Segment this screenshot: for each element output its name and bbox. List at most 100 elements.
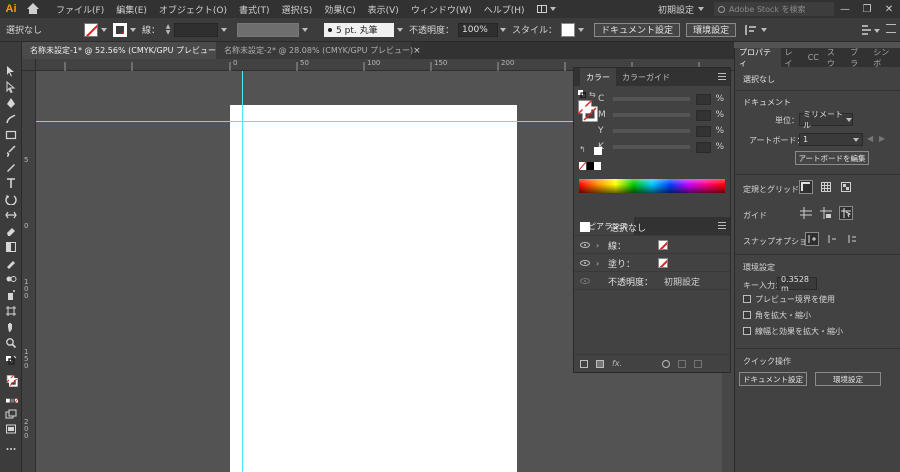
shaper-tool-icon[interactable]	[4, 160, 18, 174]
screen-mode-icon[interactable]	[4, 422, 18, 436]
close-icon[interactable]: ×	[413, 46, 421, 56]
opacity-value[interactable]: 初期設定	[664, 275, 700, 288]
arrange-documents-button[interactable]	[536, 5, 556, 13]
eye-icon[interactable]	[580, 242, 590, 248]
chevron-right-icon[interactable]: ›	[596, 259, 604, 268]
units-dropdown[interactable]: ミリメートル	[799, 110, 853, 130]
more-tools-icon[interactable]	[4, 442, 18, 456]
chevron-down-icon[interactable]	[302, 27, 309, 32]
fill-swatch[interactable]	[84, 22, 98, 37]
tab-brushes[interactable]: ブラ	[846, 48, 869, 68]
hand-tool-icon[interactable]	[4, 320, 18, 334]
out-of-gamut-icon[interactable]: ↰	[579, 145, 586, 154]
magenta-input[interactable]	[696, 109, 712, 121]
tab-properties[interactable]: プロパティ	[735, 48, 781, 68]
add-stroke-icon[interactable]	[580, 359, 588, 368]
opacity-input[interactable]: 100%	[458, 22, 499, 37]
color-spectrum[interactable]	[579, 179, 725, 193]
black-slider[interactable]	[613, 145, 691, 149]
menu-select[interactable]: 選択(S)	[282, 3, 313, 16]
zoom-tool-icon[interactable]	[4, 336, 18, 350]
curvature-tool-icon[interactable]	[4, 112, 18, 126]
stroke-swatch[interactable]	[113, 22, 127, 37]
document-setup-button[interactable]: ドキュメント設定	[739, 372, 807, 386]
add-effect-icon[interactable]: fx.	[612, 359, 622, 368]
blend-tool-icon[interactable]	[4, 272, 18, 286]
lock-guides-icon[interactable]	[819, 206, 833, 220]
chevron-down-icon[interactable]	[221, 27, 228, 32]
tab-cc-libraries[interactable]: CC	[804, 48, 823, 67]
align-icon[interactable]	[744, 23, 758, 37]
clear-appearance-icon[interactable]	[662, 359, 671, 368]
add-fill-icon[interactable]	[596, 359, 604, 368]
stroke-swatch[interactable]	[658, 240, 668, 250]
scale-corners-checkbox[interactable]	[743, 311, 751, 319]
tab-layers[interactable]: レイ	[781, 48, 804, 68]
close-window-button[interactable]: ✕	[878, 0, 900, 18]
eye-icon[interactable]	[580, 260, 590, 266]
color-mode-icons[interactable]	[4, 394, 20, 408]
use-preview-bounds-checkbox[interactable]	[743, 295, 751, 303]
snap-to-glyph-icon[interactable]	[845, 232, 859, 246]
tab-swatches[interactable]: スウ	[823, 48, 846, 68]
symbol-sprayer-tool-icon[interactable]	[4, 288, 18, 302]
artboard-tool-icon[interactable]	[4, 304, 18, 318]
panel-menu-icon[interactable]	[718, 73, 726, 80]
gamut-swatch[interactable]	[594, 147, 602, 155]
vertical-ruler[interactable]: 5 0 1 0 0 1 5 0 2 0 0	[22, 71, 36, 472]
stock-search-input[interactable]: Adobe Stock を検索	[714, 2, 834, 16]
vertical-guide[interactable]	[242, 71, 243, 472]
artboard[interactable]	[230, 105, 517, 472]
chevron-down-icon[interactable]	[874, 29, 880, 33]
drawing-mode-icon[interactable]	[4, 408, 18, 422]
appearance-stroke-row[interactable]: › 線：	[574, 237, 730, 254]
chevron-down-icon[interactable]	[761, 27, 768, 32]
grid-icon[interactable]	[819, 180, 833, 194]
default-colors-icon[interactable]	[4, 354, 18, 368]
fill-stroke-swatches[interactable]	[4, 372, 20, 390]
menu-window[interactable]: ウィンドウ(W)	[411, 3, 472, 16]
previous-artboard-icon[interactable]: ◀	[867, 134, 873, 143]
maximize-button[interactable]: ❐	[856, 0, 878, 18]
none-white-black-swatches[interactable]	[578, 161, 601, 171]
snap-to-point-icon[interactable]	[805, 232, 819, 246]
chevron-right-icon[interactable]: ›	[596, 241, 604, 250]
eraser-tool-icon[interactable]	[4, 224, 18, 238]
ruler-origin[interactable]	[22, 59, 36, 71]
menu-help[interactable]: ヘルプ(H)	[484, 3, 525, 16]
rotate-tool-icon[interactable]	[4, 192, 18, 206]
menu-effect[interactable]: 効果(C)	[324, 3, 355, 16]
chevron-down-icon[interactable]	[578, 27, 585, 32]
tab-document-1[interactable]: 名称未設定-1* @ 52.56% (CMYK/GPU プレビュー) ×	[22, 42, 227, 59]
preferences-button[interactable]: 環境設定	[815, 372, 881, 386]
keyboard-increment-input[interactable]: 0.3528 m	[777, 275, 817, 293]
transparency-grid-icon[interactable]	[839, 180, 853, 194]
graphic-style-swatch[interactable]	[561, 22, 576, 37]
variable-width-dropdown[interactable]	[237, 22, 300, 37]
stroke-weight-input[interactable]	[174, 22, 219, 37]
swap-colors-icon[interactable]: ⇆	[589, 90, 596, 99]
tab-color-guide[interactable]: カラーガイド	[616, 68, 676, 86]
show-guides-icon[interactable]	[799, 206, 813, 220]
yellow-input[interactable]	[696, 125, 712, 137]
yellow-slider[interactable]	[613, 129, 691, 133]
magenta-slider[interactable]	[613, 113, 691, 117]
panel-menu-icon[interactable]	[886, 24, 896, 33]
pen-tool-icon[interactable]	[4, 96, 18, 110]
appearance-fill-row[interactable]: › 塗り：	[574, 255, 730, 272]
menu-view[interactable]: 表示(V)	[368, 3, 399, 16]
selection-tool-icon[interactable]	[4, 64, 18, 78]
smart-guides-icon[interactable]	[839, 206, 853, 220]
home-icon[interactable]	[26, 3, 40, 15]
snap-to-pixel-icon[interactable]	[825, 232, 839, 246]
menu-file[interactable]: ファイル(F)	[56, 3, 104, 16]
next-artboard-icon[interactable]: ▶	[879, 134, 885, 143]
gradient-tool-icon[interactable]	[4, 240, 18, 254]
tab-symbols[interactable]: シンボ	[869, 48, 900, 68]
fill-swatch[interactable]	[658, 258, 668, 268]
brush-definition-dropdown[interactable]: 5 pt. 丸筆	[324, 22, 395, 37]
menu-object[interactable]: オブジェクト(O)	[159, 3, 227, 16]
artboard-dropdown[interactable]: 1	[799, 133, 863, 146]
scale-strokes-checkbox[interactable]	[743, 327, 751, 335]
workspace-switcher[interactable]: 初期設定	[658, 3, 694, 16]
